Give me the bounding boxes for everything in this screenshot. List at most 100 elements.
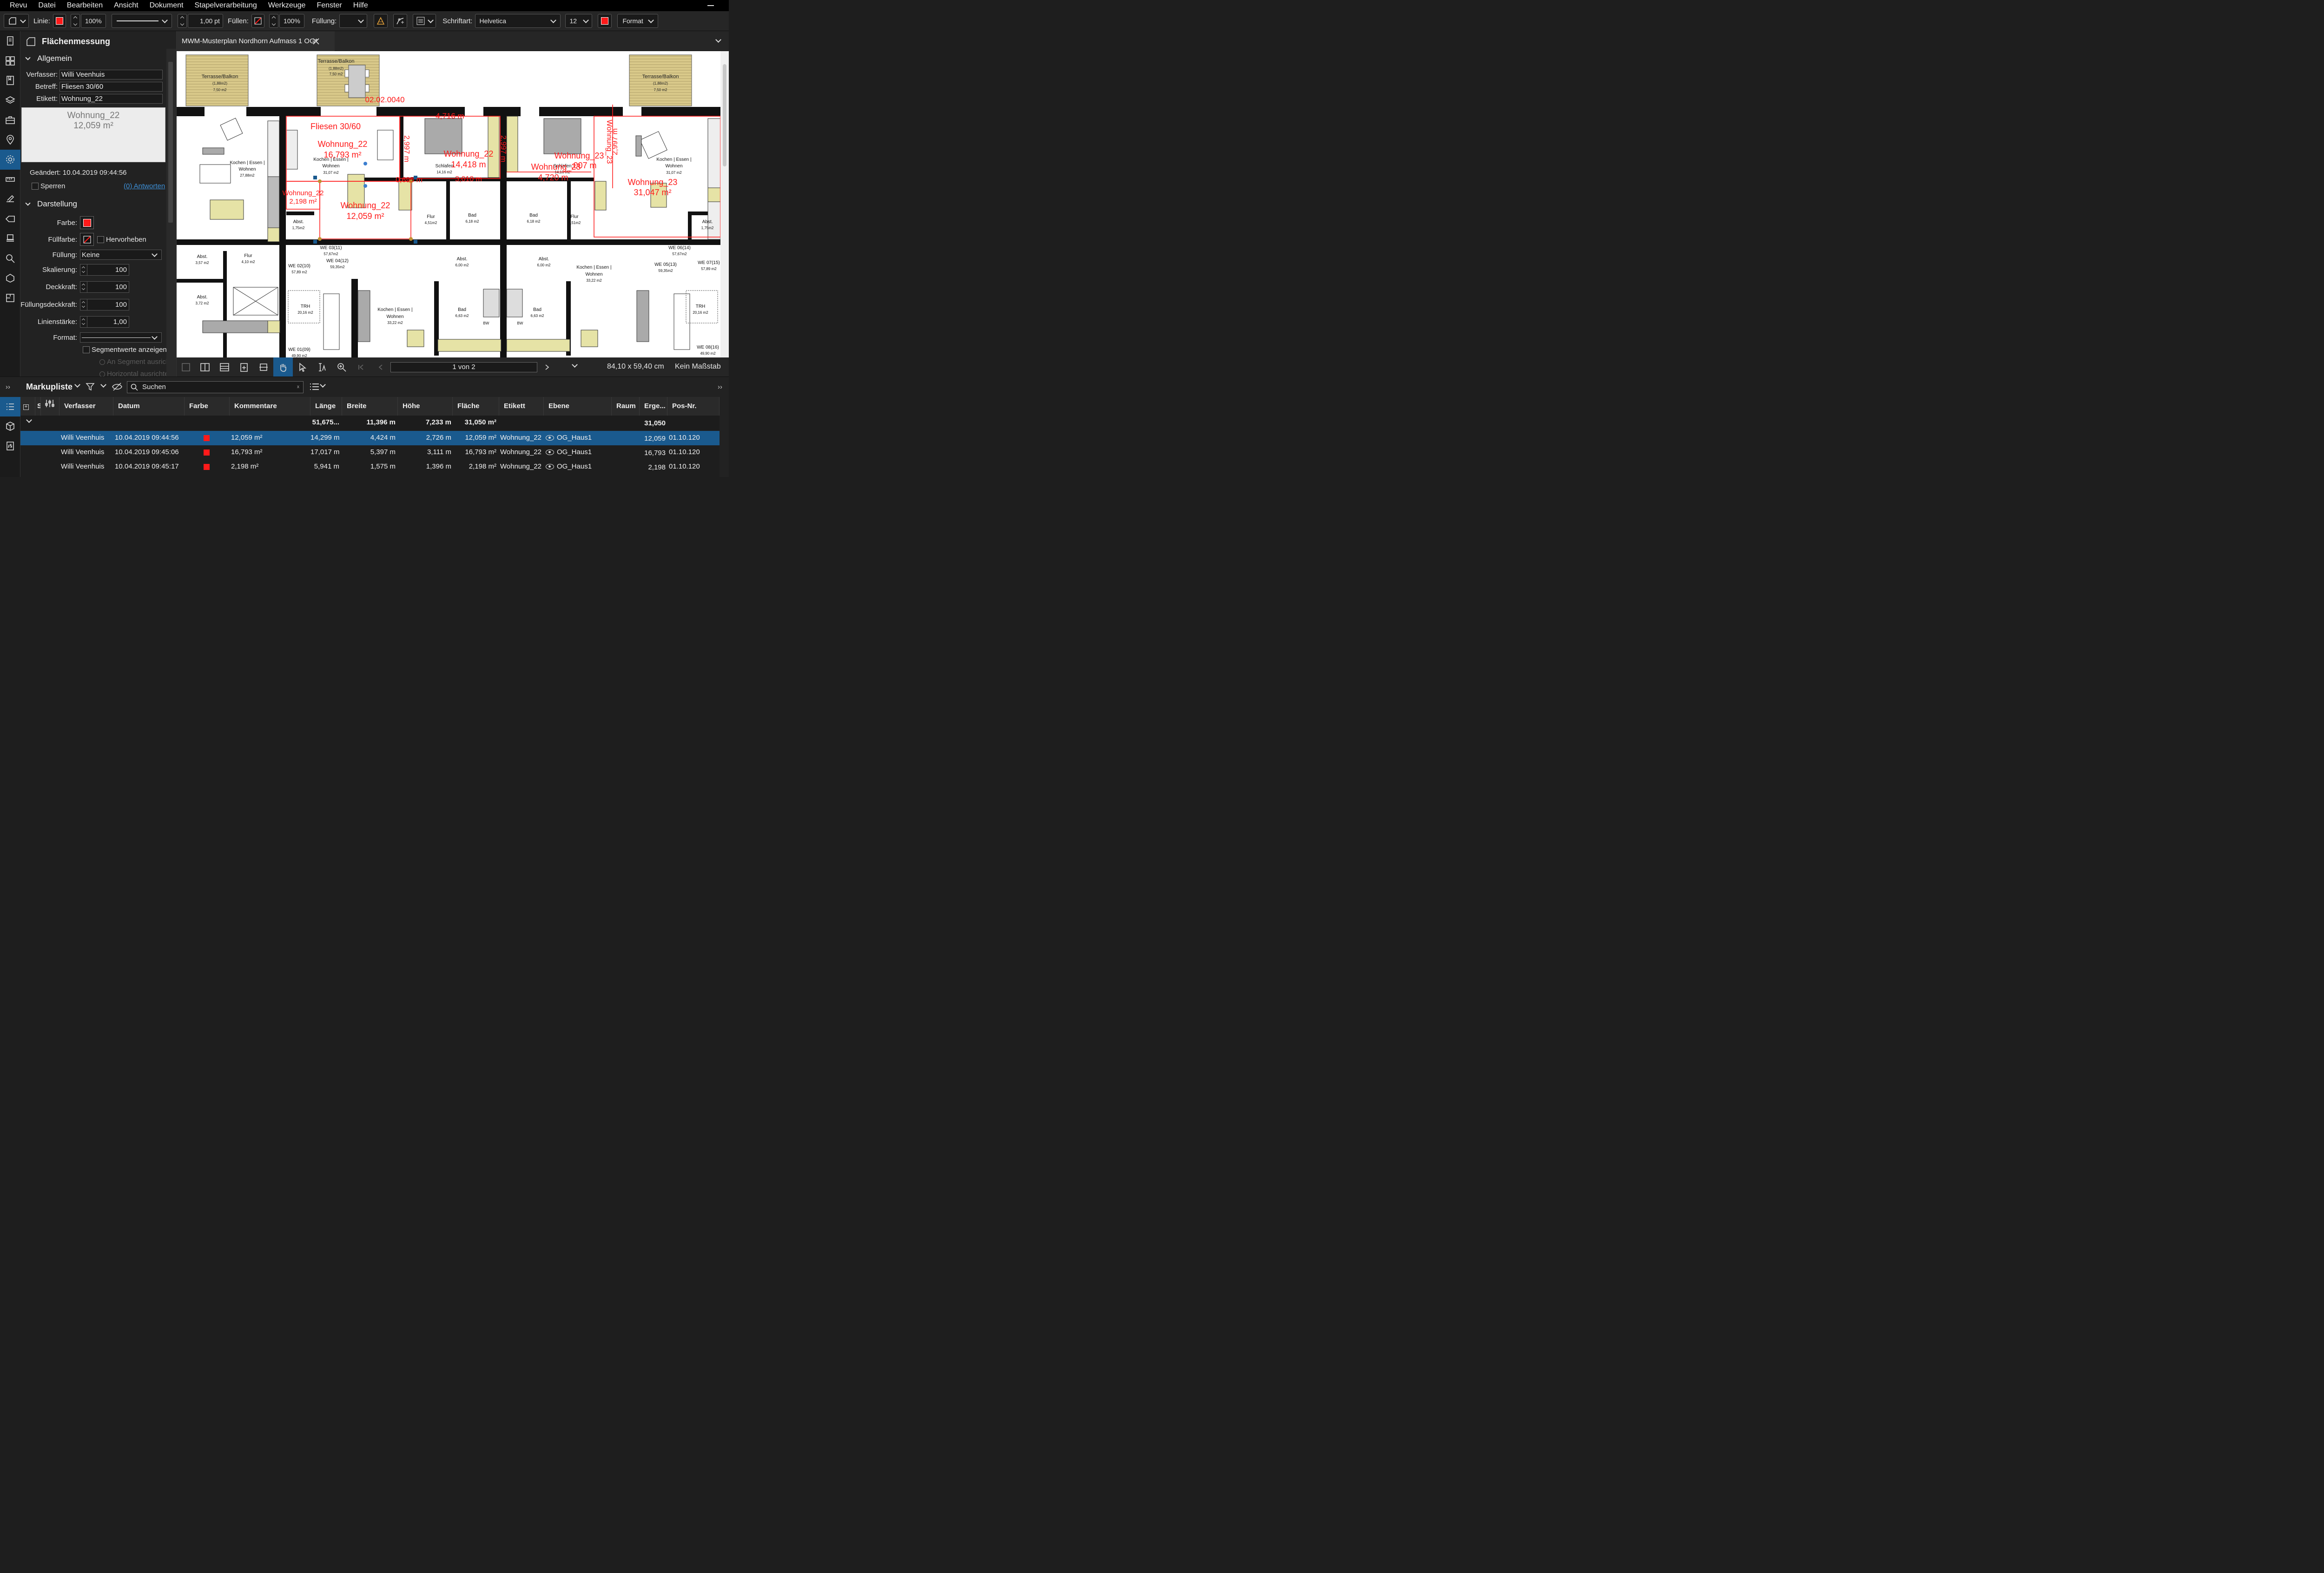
align-horizontal-radio[interactable] (99, 371, 105, 377)
view-chevron-icon[interactable] (320, 382, 326, 388)
pan-tool-button[interactable] (273, 357, 293, 377)
line-color-button[interactable] (53, 14, 66, 28)
col-width[interactable]: Breite (342, 397, 398, 416)
bookmarks-tab[interactable] (0, 71, 20, 91)
menu-edit[interactable]: Bearbeiten (61, 0, 108, 11)
vertex-edit-button[interactable] (393, 14, 408, 28)
script-tab[interactable] (0, 436, 20, 456)
single-page-button[interactable] (177, 357, 195, 377)
eye-icon[interactable] (546, 449, 554, 456)
display-section-header[interactable]: Darstellung (20, 197, 166, 211)
sketch-tab[interactable] (0, 288, 20, 308)
col-pos[interactable]: Pos-Nr. (667, 397, 720, 416)
menu-tools[interactable]: Werkzeuge (263, 0, 311, 11)
close-icon[interactable] (312, 38, 320, 45)
drawing-canvas[interactable]: Terrasse/Balkon (1,88m2) 7,50 m2 Terrass… (177, 51, 720, 357)
hide-markups-icon[interactable] (112, 382, 123, 391)
col-settings[interactable] (41, 397, 59, 416)
3d-tab[interactable] (0, 416, 20, 436)
line-opacity-field[interactable]: 100% (80, 14, 106, 28)
format-dropdown[interactable] (80, 332, 162, 343)
table-row[interactable]: Willi Veenhuis 10.04.2019 09:44:56 12,05… (20, 431, 720, 445)
col-result[interactable]: Erge... (640, 397, 667, 416)
markup-list-tab[interactable] (0, 397, 20, 416)
page-menu-chevron-icon[interactable] (572, 362, 578, 368)
table-row[interactable]: Willi Veenhuis 10.04.2019 09:45:17 2,198… (20, 460, 720, 474)
select-tool-button[interactable] (293, 357, 312, 377)
scale-indicator[interactable]: Kein Maßstab (675, 363, 721, 371)
filling-dropdown[interactable]: Keine (80, 250, 162, 260)
markup-search-input[interactable]: Suchen x (127, 381, 304, 393)
filter-chevron-icon[interactable] (100, 382, 106, 388)
text-select-button[interactable] (312, 357, 332, 377)
first-page-button[interactable] (351, 357, 371, 377)
font-dropdown[interactable]: Helvetica (475, 14, 561, 28)
table-scrollbar[interactable] (720, 397, 729, 477)
stamps-tab[interactable] (0, 229, 20, 249)
text-color-button[interactable] (598, 14, 612, 28)
search-tab[interactable] (0, 249, 20, 269)
toolchest-tab[interactable] (0, 110, 20, 130)
subject-field[interactable]: Fliesen 30/60 (59, 81, 163, 92)
tags-tab[interactable] (0, 209, 20, 229)
shape-tool-dropdown[interactable] (4, 14, 29, 28)
canvas-scrollbar[interactable] (720, 51, 729, 357)
markup-list-title[interactable]: Markupliste (26, 382, 73, 392)
col-length[interactable]: Länge (310, 397, 342, 416)
tab-list-chevron-icon[interactable] (715, 37, 721, 43)
panel-scrollbar[interactable] (166, 49, 176, 377)
menu-help[interactable]: Hilfe (348, 0, 374, 11)
next-page-button[interactable] (537, 357, 557, 377)
menu-window[interactable]: Fenster (311, 0, 347, 11)
col-label[interactable]: Etikett (499, 397, 544, 416)
signatures-tab[interactable] (0, 189, 20, 209)
col-date[interactable]: Datum (113, 397, 185, 416)
minimize-icon[interactable] (707, 5, 714, 6)
page-indicator[interactable]: 1 von 2 (390, 362, 537, 372)
measurements-tab[interactable] (0, 170, 20, 190)
lock-checkbox[interactable] (32, 183, 39, 190)
col-area[interactable]: Fläche (453, 397, 499, 416)
col-layer[interactable]: Ebene (544, 397, 612, 416)
menu-document[interactable]: Dokument (144, 0, 189, 11)
split-horizontal-button[interactable] (215, 357, 234, 377)
split-vertical-button[interactable] (195, 357, 215, 377)
menu-batch[interactable]: Stapelverarbeitung (189, 0, 263, 11)
expand-right-icon[interactable]: ›› (718, 383, 722, 391)
menu-revu[interactable]: Revu (0, 0, 33, 11)
list-view-icon[interactable] (310, 383, 320, 391)
text-align-dropdown[interactable] (413, 14, 436, 28)
fill-opacity-spinner[interactable] (269, 14, 278, 28)
line-width-spinner[interactable] (177, 14, 187, 28)
grid-tab[interactable] (0, 51, 20, 71)
eye-icon[interactable] (546, 435, 554, 441)
col-author[interactable]: Verfasser (59, 397, 113, 416)
thumbnails-tab[interactable] (0, 31, 20, 51)
col-comments[interactable]: Kommentare (230, 397, 310, 416)
clear-search-icon[interactable]: x (297, 382, 299, 393)
expand-panel-icon[interactable]: ›› (6, 383, 10, 391)
format-dropdown[interactable]: Format (617, 14, 659, 28)
menu-file[interactable]: Datei (33, 0, 61, 11)
layers-tab[interactable] (0, 91, 20, 111)
markup-list-chevron-icon[interactable] (74, 382, 80, 388)
author-field[interactable]: Willi Veenhuis (59, 69, 163, 79)
filling-dropdown[interactable] (339, 14, 368, 28)
zoom-button[interactable] (332, 357, 351, 377)
line-opacity-spinner[interactable] (70, 14, 80, 28)
canvas-scroll-thumb[interactable] (723, 64, 726, 166)
col-add[interactable]: + (20, 397, 35, 416)
menu-view[interactable]: Ansicht (108, 0, 144, 11)
label-field[interactable]: Wohnung_22 (59, 93, 163, 104)
fill-opacity-field[interactable]: 100% (279, 14, 304, 28)
spaces-tab[interactable] (0, 268, 20, 288)
document-tab[interactable]: MWM-Musterplan Nordhorn Aufmass 1 OG* (177, 31, 335, 51)
replies-link[interactable]: (0) Antworten (124, 182, 165, 190)
places-tab[interactable] (0, 130, 20, 150)
col-status[interactable]: S (35, 397, 41, 416)
fill-color-button[interactable] (80, 233, 94, 246)
line-width-field[interactable]: 1,00 pt (187, 14, 223, 28)
table-row[interactable]: Willi Veenhuis 10.04.2019 09:45:06 16,79… (20, 445, 720, 460)
line-width-field[interactable]: 1,00 (80, 316, 129, 328)
scale-field[interactable]: 100 (80, 264, 129, 276)
